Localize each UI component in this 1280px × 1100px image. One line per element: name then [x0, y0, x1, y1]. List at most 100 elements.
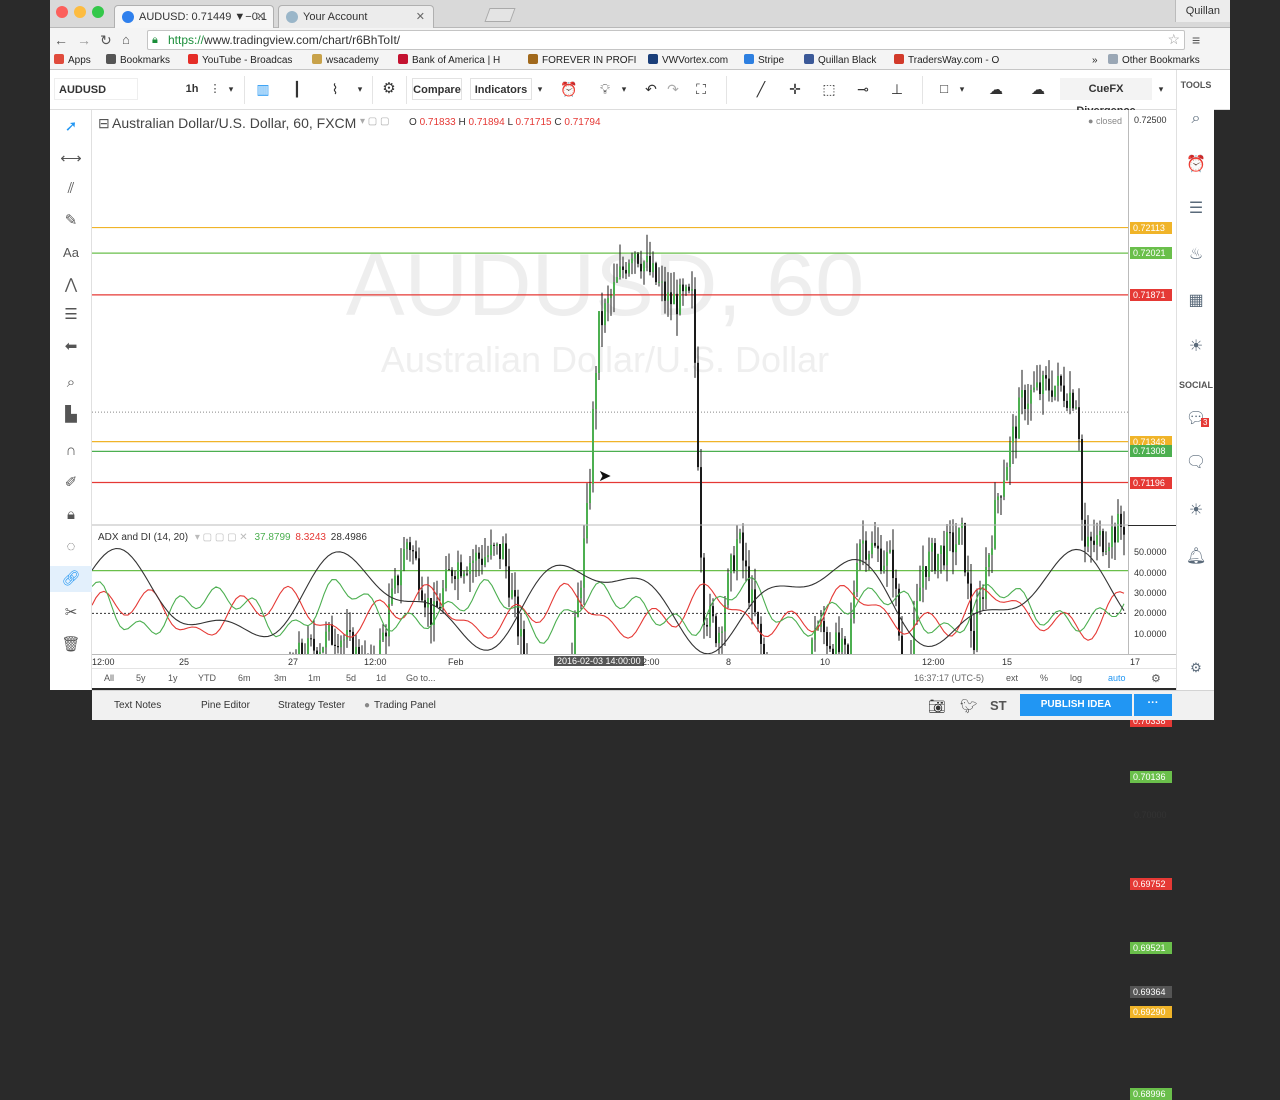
strategy-tester-tab[interactable]: Strategy Tester — [268, 691, 355, 721]
candles-style-icon[interactable]: ▥ — [252, 78, 274, 100]
measure-icon[interactable]: ⊥ — [886, 78, 908, 100]
lock-drawings-icon[interactable]: 🔒︎ — [50, 502, 92, 528]
measure-ruler-icon[interactable]: ▙ — [50, 402, 92, 428]
collapse-legend-icon[interactable]: ⊟ — [98, 115, 110, 132]
close-tab-icon[interactable]: ✕ — [256, 6, 265, 28]
calendar-icon[interactable]: ▦ — [1177, 290, 1215, 310]
scale-option-button[interactable]: auto — [1108, 673, 1126, 683]
home-icon[interactable]: ⌂ — [122, 31, 130, 49]
minimize-window-icon[interactable] — [74, 6, 86, 18]
bookmark-item[interactable]: YouTube - Broadcas — [188, 54, 292, 68]
search-icon[interactable]: ⌕ — [1177, 110, 1215, 128]
range-button[interactable]: 6m — [238, 673, 251, 683]
template-button[interactable]: CueFX Divergence — [1060, 78, 1152, 117]
brush-icon[interactable]: ✎ — [50, 208, 92, 234]
adx-scale[interactable]: 50.0000 40.0000 30.0000 20.0000 10.0000 — [1128, 526, 1176, 654]
crosshair-icon[interactable]: ✛ — [784, 78, 806, 100]
ideas-bulb-icon[interactable]: ☀ — [1177, 336, 1215, 356]
forward-icon[interactable]: → — [77, 31, 91, 49]
zoom-icon[interactable]: ⌕ — [50, 370, 92, 396]
range-button[interactable]: 3m — [274, 673, 287, 683]
time-scale[interactable]: 12:00 25 27 12:00 Feb 2016-02-03 14:00:00 2:00… — [92, 654, 1176, 668]
settings-gear-icon[interactable]: ⚙ — [378, 78, 400, 100]
trading-panel-tab[interactable]: ● Trading Panel — [354, 691, 446, 721]
interval-dropdown-icon[interactable]: ▾ — [224, 78, 238, 100]
indicators-button[interactable]: Indicators — [470, 78, 532, 100]
template-dropdown-icon[interactable]: ▾ — [1154, 78, 1168, 100]
bookmark-item[interactable]: Quillan Black — [804, 54, 876, 68]
bookmark-item[interactable]: Apps — [54, 54, 91, 68]
price-scale[interactable]: 0.725000.710000.705000.700000.721130.720… — [1128, 110, 1176, 1100]
alert-add-icon[interactable]: ⏰ — [558, 78, 580, 100]
close-tab-icon[interactable]: ✕ — [416, 6, 425, 28]
more-bookmarks-icon[interactable]: » — [1092, 54, 1098, 68]
bookmark-item[interactable]: TradersWay.com - O — [894, 54, 999, 68]
range-button[interactable]: 1m — [308, 673, 321, 683]
fullscreen-icon[interactable]: ⛶ — [690, 78, 712, 100]
other-bookmarks[interactable]: Other Bookmarks — [1108, 54, 1200, 68]
stocktwits-button[interactable]: ST — [980, 691, 1017, 721]
reload-icon[interactable]: ↻ — [100, 31, 112, 49]
bookmark-star-icon[interactable]: ☆ — [1167, 30, 1180, 48]
scale-option-button[interactable]: ext — [1006, 673, 1018, 683]
close-window-icon[interactable] — [56, 6, 68, 18]
debug-icon[interactable]: ⚙ — [1177, 660, 1215, 676]
rectangle-tool-icon[interactable]: ⬚ — [818, 78, 840, 100]
text-notes-tab[interactable]: Text Notes — [104, 691, 171, 721]
range-button[interactable]: All — [104, 673, 114, 683]
new-tab-button[interactable] — [484, 8, 516, 22]
line-tool-icon[interactable]: ⟷ — [50, 146, 92, 172]
interval-button[interactable]: 1h — [180, 78, 204, 100]
compare-button[interactable]: Compare — [412, 78, 462, 100]
text-tool-icon[interactable]: Aa — [50, 240, 92, 266]
color-box-icon[interactable]: □ — [934, 78, 954, 100]
symbol-search-input[interactable]: AUDUSD — [54, 78, 138, 100]
price-level-label[interactable]: 0.71871 — [1130, 288, 1172, 301]
remove-drawings-icon[interactable]: ✂ — [50, 600, 92, 626]
bulb-dropdown-icon[interactable]: ▾ — [618, 78, 630, 100]
fib-icon[interactable]: ☰ — [50, 302, 92, 328]
price-level-label[interactable]: 0.72021 — [1130, 247, 1172, 260]
price-level-label[interactable]: 0.72113 — [1130, 221, 1172, 234]
bars-style-icon[interactable]: ┃ — [286, 78, 308, 100]
scale-option-button[interactable]: log — [1070, 673, 1082, 683]
browser-tab-account[interactable]: Your Account ✕ — [278, 5, 434, 28]
undo-icon[interactable]: ↶ — [642, 78, 660, 100]
scale-option-button[interactable]: % — [1040, 673, 1048, 683]
notifications-bell-icon[interactable]: 🔔︎ — [1177, 546, 1215, 566]
price-level-label[interactable]: 0.69521 — [1130, 942, 1172, 955]
range-button[interactable]: 5y — [136, 673, 146, 683]
price-level-label[interactable]: 0.70136 — [1130, 771, 1172, 784]
bookmark-item[interactable]: Bookmarks — [106, 54, 170, 68]
arrow-icon[interactable]: ⬅ — [50, 334, 92, 360]
legend-dropdown-icon[interactable]: ▾ ▢ ▢ — [360, 116, 389, 127]
price-level-label[interactable]: 0.71196 — [1130, 476, 1172, 489]
chart-settings-icon[interactable]: ⚙ — [1151, 672, 1161, 685]
indicators-dropdown-icon[interactable]: ▾ — [534, 78, 546, 100]
bookmark-item[interactable]: Bank of America | H — [398, 54, 500, 68]
pine-editor-tab[interactable]: Pine Editor — [191, 691, 260, 721]
hide-drawings-icon[interactable]: ◌ — [50, 534, 92, 560]
color-dropdown-icon[interactable]: ▾ — [956, 78, 968, 100]
sync-link-icon[interactable]: 🔗︎ — [50, 566, 92, 592]
price-level-label[interactable]: 0.69752 — [1130, 877, 1172, 890]
alarm-clock-icon[interactable]: ⏰ — [1177, 154, 1215, 174]
trash-icon[interactable]: 🗑︎ — [50, 632, 92, 658]
stay-drawing-icon[interactable]: ✐ — [50, 470, 92, 496]
address-bar[interactable]: https://www.tradingview.com/chart/r6BhTo… — [147, 30, 1185, 50]
interval-more-icon[interactable]: ⋮ — [208, 78, 222, 100]
bookmark-item[interactable]: Stripe — [744, 54, 784, 68]
streams-icon[interactable]: ☀ — [1177, 500, 1215, 520]
profile-button[interactable]: Quillan — [1174, 0, 1230, 22]
range-button[interactable]: 1d — [376, 673, 386, 683]
bookmark-item[interactable]: VWVortex.com — [648, 54, 728, 68]
style-dropdown-icon[interactable]: ▾ — [354, 78, 366, 100]
range-button[interactable]: YTD — [198, 673, 216, 683]
watchlist-icon[interactable]: ☰ — [1177, 198, 1215, 218]
publish-more-button[interactable]: ··· — [1134, 694, 1172, 716]
bookmark-item[interactable]: wsacademy — [312, 54, 379, 68]
pattern-icon[interactable]: ⋀ — [50, 272, 92, 298]
publish-idea-button[interactable]: PUBLISH IDEA — [1020, 694, 1132, 716]
cloud-save-icon[interactable]: ☁ — [982, 78, 1010, 100]
cloud-load-icon[interactable]: ☁ — [1024, 78, 1052, 100]
